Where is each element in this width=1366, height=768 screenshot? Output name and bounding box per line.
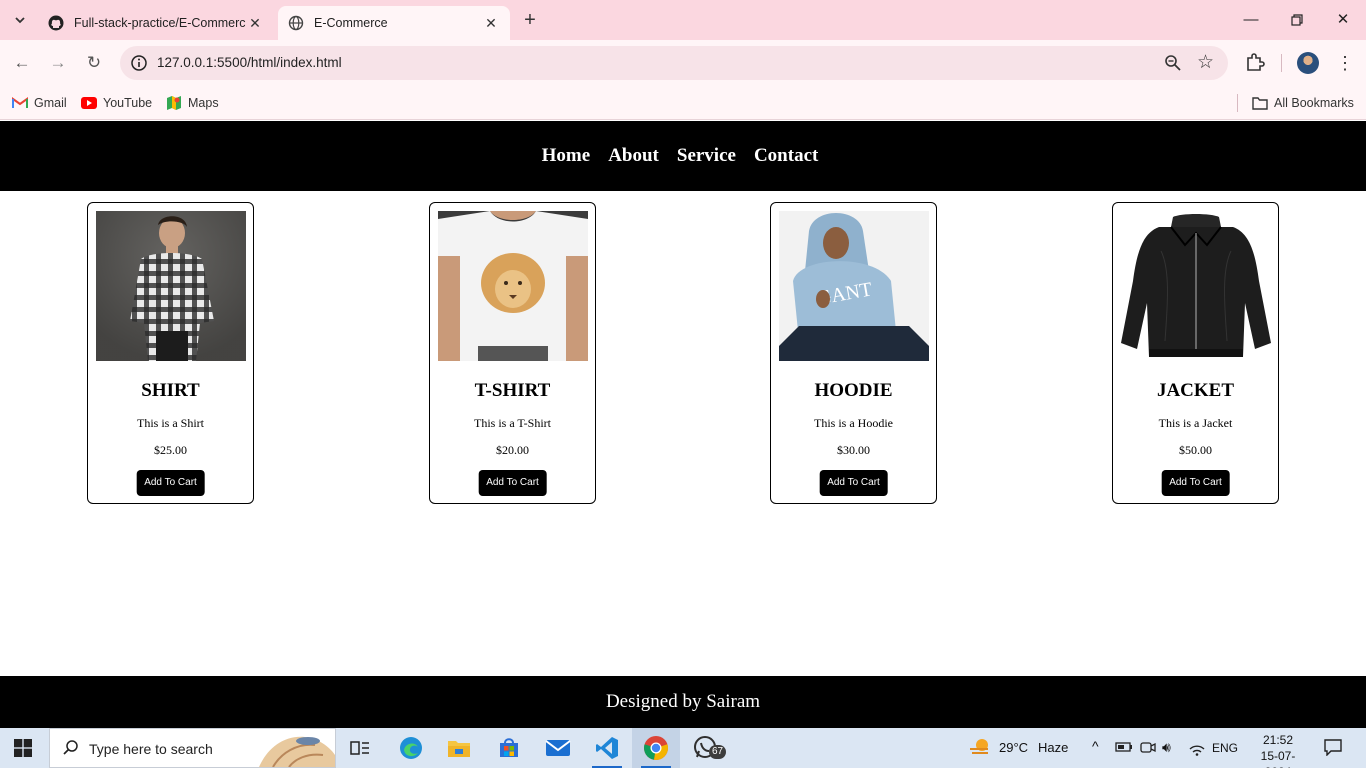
product-price: $30.00 [837,443,870,457]
battery-icon[interactable] [1115,740,1133,757]
close-tab-icon[interactable]: ✕ [246,15,264,32]
nav-home[interactable]: Home [542,145,591,167]
product-price: $25.00 [154,443,187,457]
new-tab-icon[interactable]: + [519,9,541,31]
clock-time: 21:52 [1262,733,1294,747]
folder-icon [1252,95,1268,111]
bookmark-gmail[interactable]: Gmail [12,93,67,113]
product-image-tshirt [438,211,588,361]
meet-now-icon[interactable] [1140,740,1156,757]
language-indicator[interactable]: ENG [1212,741,1238,755]
product-price: $50.00 [1179,443,1212,457]
all-bookmarks-button[interactable]: All Bookmarks [1252,93,1354,113]
add-to-cart-button[interactable]: Add To Cart [819,470,888,496]
microsoft-store-icon[interactable] [494,734,524,762]
product-name: JACKET [1156,380,1235,401]
maps-icon [166,95,182,111]
tab-github[interactable]: Full-stack-practice/E-Commerce ✕ [38,6,274,40]
bookmarks-divider [1237,94,1238,112]
wifi-icon[interactable] [1188,740,1206,759]
tab-strip: Full-stack-practice/E-Commerce ✕ E-Comme… [0,0,1366,40]
mail-icon[interactable] [543,734,573,762]
tab-search-chevron-icon[interactable] [8,8,32,32]
nav-about[interactable]: About [608,145,659,167]
toolbar-divider [1281,54,1282,72]
tab-title: Full-stack-practice/E-Commerce [74,16,246,30]
site-navbar: Home About Service Contact [0,121,1366,191]
youtube-icon [81,95,97,111]
edge-browser-icon[interactable] [396,734,426,762]
taskbar-search-box[interactable]: Type here to search [49,728,336,768]
notification-center-icon[interactable] [1324,738,1342,759]
close-tab-icon[interactable]: ✕ [482,15,500,32]
reload-icon[interactable]: ↻ [82,51,106,75]
add-to-cart-button[interactable]: Add To Cart [478,470,547,496]
windows-taskbar: Type here to search 67 29°C Haze ^ 🔊︎ EN… [0,728,1366,768]
product-card-hoodie: GANT HOODIE This is a Hoodie $30.00 Add … [770,202,937,504]
bookmark-youtube[interactable]: YouTube [81,93,152,113]
minimize-icon[interactable]: — [1236,8,1266,32]
bookmark-maps[interactable]: Maps [166,93,219,113]
globe-icon [288,15,304,31]
zoom-icon[interactable] [1164,54,1182,72]
forward-arrow-icon[interactable]: → [46,51,70,75]
bookmark-label: YouTube [103,96,153,110]
url-text[interactable]: 127.0.0.1:5500/html/index.html [157,55,342,70]
product-card-jacket: JACKET This is a Jacket $50.00 Add To Ca… [1112,202,1279,504]
all-bookmarks-label: All Bookmarks [1274,96,1354,110]
system-clock[interactable]: 21:52 15-07-2024 [1248,732,1308,768]
chrome-icon[interactable] [641,734,671,768]
github-icon [48,15,64,31]
product-name: T-SHIRT [474,380,551,401]
bookmark-star-icon[interactable]: ☆ [1197,51,1214,74]
product-image-hoodie: GANT [779,211,929,361]
nav-service[interactable]: Service [677,145,736,167]
product-description: This is a Jacket [1158,416,1233,430]
weather-condition[interactable]: Haze [1038,740,1068,755]
product-description: This is a T-Shirt [473,416,551,430]
nav-contact[interactable]: Contact [754,145,818,167]
product-price: $20.00 [496,443,529,457]
volume-icon[interactable]: 🔊︎ [1162,739,1171,756]
show-hidden-icons-chevron-icon[interactable]: ^ [1092,738,1099,754]
product-description: This is a Hoodie [814,416,893,430]
vscode-icon[interactable] [592,734,622,768]
whatsapp-icon[interactable]: 67 [691,734,727,762]
site-info-icon[interactable] [130,54,148,72]
whatsapp-badge: 67 [709,745,727,759]
browser-menu-icon[interactable]: ⋮ [1336,51,1354,75]
tab-ecommerce[interactable]: E-Commerce ✕ [278,6,510,40]
gmail-icon [12,95,28,111]
address-bar[interactable]: 127.0.0.1:5500/html/index.html ☆ [120,46,1228,80]
search-placeholder: Type here to search [89,741,213,757]
add-to-cart-button[interactable]: Add To Cart [1161,470,1230,496]
weather-temperature[interactable]: 29°C [999,740,1028,755]
close-window-icon[interactable]: ✕ [1328,8,1358,32]
search-icon [62,739,80,757]
bookmark-label: Gmail [34,96,67,110]
product-name: SHIRT [141,380,200,401]
restore-icon[interactable] [1282,8,1312,32]
site-footer: Designed by Sairam [0,676,1366,728]
clock-date: 15-07-2024 [1260,749,1296,768]
product-description: This is a Shirt [136,416,204,430]
product-name: HOODIE [814,380,893,401]
product-card-tshirt: T-SHIRT This is a T-Shirt $20.00 Add To … [429,202,596,504]
search-highlight-illustration [253,729,335,768]
windows-start-icon[interactable] [14,739,32,757]
extensions-puzzle-icon[interactable] [1244,51,1266,73]
product-image-jacket [1121,211,1271,361]
bookmark-label: Maps [188,96,219,110]
profile-avatar[interactable] [1297,52,1319,74]
task-view-icon[interactable] [345,734,375,762]
weather-haze-icon[interactable] [968,736,992,761]
add-to-cart-button[interactable]: Add To Cart [136,470,205,496]
tab-title: E-Commerce [314,16,388,30]
bookmarks-bar: Gmail YouTube Maps All Bookmarks [0,86,1366,120]
browser-toolbar: ← → ↻ 127.0.0.1:5500/html/index.html ☆ ⋮ [0,40,1366,86]
product-image-shirt [96,211,246,361]
back-arrow-icon[interactable]: ← [10,51,34,75]
file-explorer-icon[interactable] [444,734,474,762]
product-card-shirt: SHIRT This is a Shirt $25.00 Add To Cart [87,202,254,504]
